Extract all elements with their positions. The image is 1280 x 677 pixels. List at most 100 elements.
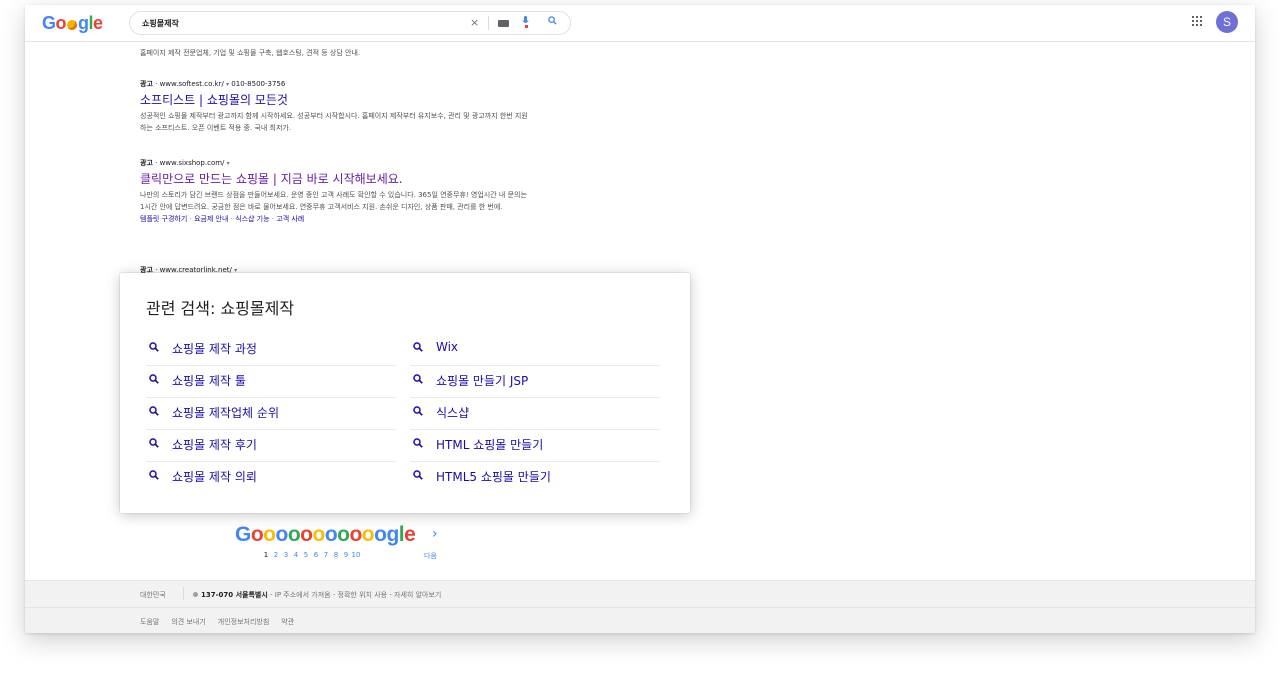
- ad-description: 나만의 스토리가 담긴 브랜드 상점을 만들어보세요. 운영 중인 고객 사례도…: [140, 191, 527, 211]
- logo-letter: e: [93, 13, 103, 33]
- next-arrow-icon[interactable]: ›: [432, 526, 438, 542]
- search-icon: [149, 342, 159, 352]
- ad-description: 성공적인 쇼핑몰 제작부터 광고까지 함께 시작하세요. 성공부터 시작합시다.…: [140, 112, 528, 132]
- sitelink[interactable]: 고객 사례: [276, 215, 304, 223]
- ad-result: 광고 · www.sixshop.com/ ▾ 클릭만으로 만드는 쇼핑몰 | …: [140, 158, 540, 225]
- related-column-left: 쇼핑몰 제작 과정 쇼핑몰 제작 툴 쇼핑몰 제작업체 순위 쇼핑몰 제작 후기…: [146, 334, 396, 493]
- next-page-link[interactable]: 다음: [424, 551, 437, 561]
- account-avatar[interactable]: S: [1216, 11, 1238, 33]
- logo-letter: g: [78, 13, 89, 33]
- sitelink[interactable]: 템플릿 구경하기: [140, 215, 187, 223]
- related-item[interactable]: Wix: [410, 334, 660, 366]
- related-item[interactable]: 쇼핑몰 만들기 JSP: [410, 366, 660, 398]
- keyboard-icon[interactable]: [498, 20, 509, 27]
- google-logo[interactable]: Go gle: [42, 13, 103, 34]
- related-item-label[interactable]: Wix: [436, 340, 458, 354]
- microphone-icon[interactable]: [522, 16, 529, 31]
- result-snippet: 홈페이지 제작 전문업체, 기업 및 쇼핑몰 구축, 웹호스팅, 견적 등 상담…: [140, 49, 361, 57]
- related-item[interactable]: HTML5 쇼핑몰 만들기: [410, 462, 660, 493]
- logo-letter: G: [42, 13, 56, 33]
- dropdown-arrow-icon[interactable]: ▾: [227, 160, 230, 167]
- search-icon: [413, 438, 423, 448]
- search-icon: [149, 438, 159, 448]
- browser-window: Gogle × S 홈페이지 제작 전문업체, 기업 및 쇼핑몰 구축, 웹호스…: [25, 5, 1255, 633]
- page-number[interactable]: 10: [351, 551, 361, 559]
- divider: [183, 587, 184, 600]
- location-dot-icon: [193, 592, 198, 597]
- divider: [488, 16, 489, 30]
- page-number-current: 1: [263, 551, 269, 559]
- ad-title-link[interactable]: 소프티스트 | 쇼핑몰의 모든것: [140, 92, 540, 108]
- related-item-label[interactable]: 쇼핑몰 제작 후기: [172, 436, 257, 453]
- location-detail[interactable]: - IP 주소에서 가져옴 - 정확한 위치 사용 - 자세히 알아보기: [268, 591, 441, 599]
- related-heading: 관련 검색: 쇼핑몰제작: [146, 299, 295, 318]
- footer-link-terms[interactable]: 약관: [281, 618, 294, 626]
- page-numbers: 1 2 3 4 5 6 7 8 9 10: [261, 551, 361, 559]
- page-number[interactable]: 3: [281, 551, 291, 559]
- ad-url[interactable]: www.sixshop.com/: [160, 159, 225, 167]
- ad-title-link[interactable]: 클릭만으로 만드는 쇼핑몰 | 지금 바로 시작해보세요.: [140, 171, 540, 187]
- sitelink[interactable]: 요금제 안내: [194, 215, 228, 223]
- related-item[interactable]: HTML 쇼핑몰 만들기: [410, 430, 660, 462]
- related-column-right: Wix 쇼핑몰 만들기 JSP 식스샵 HTML 쇼핑몰 만들기 HTML5 쇼…: [410, 334, 660, 493]
- search-icon: [413, 406, 423, 416]
- ad-url[interactable]: www.softest.co.kr/: [160, 80, 224, 88]
- ad-label: 광고: [140, 80, 153, 88]
- search-icon: [413, 342, 423, 352]
- ad-meta: 광고 · www.softest.co.kr/ ▾ 010-8500-3756: [140, 80, 286, 88]
- footer-link-feedback[interactable]: 의견 보내기: [171, 618, 205, 626]
- page-number[interactable]: 4: [291, 551, 301, 559]
- related-item-label[interactable]: HTML 쇼핑몰 만들기: [436, 436, 543, 453]
- page-number[interactable]: 7: [321, 551, 331, 559]
- search-icon: [413, 470, 423, 480]
- search-header: Gogle × S: [25, 5, 1255, 42]
- separator: ·: [187, 215, 194, 223]
- footer-link-help[interactable]: 도움말: [140, 618, 159, 626]
- page-number[interactable]: 8: [331, 551, 341, 559]
- page-number[interactable]: 6: [311, 551, 321, 559]
- pagination: Gooooooooooogle › 1 2 3 4 5 6 7 8 9 10 다음: [235, 523, 495, 569]
- pagination-logo: Gooooooooooogle: [235, 523, 416, 546]
- ad-meta: 광고 · www.sixshop.com/ ▾: [140, 159, 230, 167]
- page-number[interactable]: 9: [341, 551, 351, 559]
- footer-location-row: 대한민국 137-070 서울특별시 - IP 주소에서 가져옴 - 정확한 위…: [25, 581, 1255, 608]
- related-item[interactable]: 쇼핑몰 제작 의뢰: [146, 462, 396, 493]
- related-searches-panel: 관련 검색: 쇼핑몰제작 쇼핑몰 제작 과정 쇼핑몰 제작 툴 쇼핑몰 제작업체…: [120, 273, 690, 513]
- related-item-label[interactable]: 쇼핑몰 제작 의뢰: [172, 468, 257, 485]
- related-item-label[interactable]: HTML5 쇼핑몰 만들기: [436, 468, 551, 485]
- logo-letter: o: [55, 13, 67, 33]
- search-box[interactable]: ×: [129, 11, 571, 35]
- related-item[interactable]: 쇼핑몰 제작 툴: [146, 366, 396, 398]
- related-item[interactable]: 쇼핑몰 제작 과정: [146, 334, 396, 366]
- footer: 대한민국 137-070 서울특별시 - IP 주소에서 가져옴 - 정확한 위…: [25, 580, 1255, 633]
- related-item[interactable]: 식스샵: [410, 398, 660, 430]
- search-icon: [149, 374, 159, 384]
- related-item-label[interactable]: 쇼핑몰 제작 툴: [172, 372, 246, 389]
- footer-country: 대한민국: [140, 591, 166, 599]
- related-item-label[interactable]: 쇼핑몰 제작업체 순위: [172, 404, 279, 421]
- search-icon: [413, 374, 423, 384]
- page-number[interactable]: 5: [301, 551, 311, 559]
- footer-links: 도움말 의견 보내기 개인정보처리방침 약관: [140, 617, 306, 627]
- related-item[interactable]: 쇼핑몰 제작업체 순위: [146, 398, 396, 430]
- apps-grid-icon[interactable]: [1192, 16, 1204, 28]
- related-item[interactable]: 쇼핑몰 제작 후기: [146, 430, 396, 462]
- search-icon: [149, 470, 159, 480]
- dropdown-arrow-icon[interactable]: ▾: [226, 81, 229, 88]
- ad-phone[interactable]: 010-8500-3756: [231, 80, 285, 88]
- search-icon[interactable]: [548, 16, 557, 30]
- footer-link-privacy[interactable]: 개인정보처리방침: [218, 618, 270, 626]
- related-item-label[interactable]: 쇼핑몰 제작 과정: [172, 340, 257, 357]
- page-number[interactable]: 2: [271, 551, 281, 559]
- clear-icon[interactable]: ×: [470, 16, 479, 30]
- location-name: 137-070 서울특별시: [201, 591, 268, 599]
- ad-result: 광고 · www.softest.co.kr/ ▾ 010-8500-3756 …: [140, 79, 540, 134]
- related-item-label[interactable]: 식스샵: [436, 404, 469, 421]
- related-item-label[interactable]: 쇼핑몰 만들기 JSP: [436, 372, 528, 389]
- doodle-icon: [67, 20, 78, 30]
- search-input[interactable]: [142, 15, 442, 31]
- search-icon: [149, 406, 159, 416]
- ad-sitelinks: 템플릿 구경하기 · 요금제 안내 · 식스샵 기능 · 고객 사례: [140, 213, 540, 225]
- ad-label: 광고: [140, 159, 153, 167]
- sitelink[interactable]: 식스샵 기능: [235, 215, 269, 223]
